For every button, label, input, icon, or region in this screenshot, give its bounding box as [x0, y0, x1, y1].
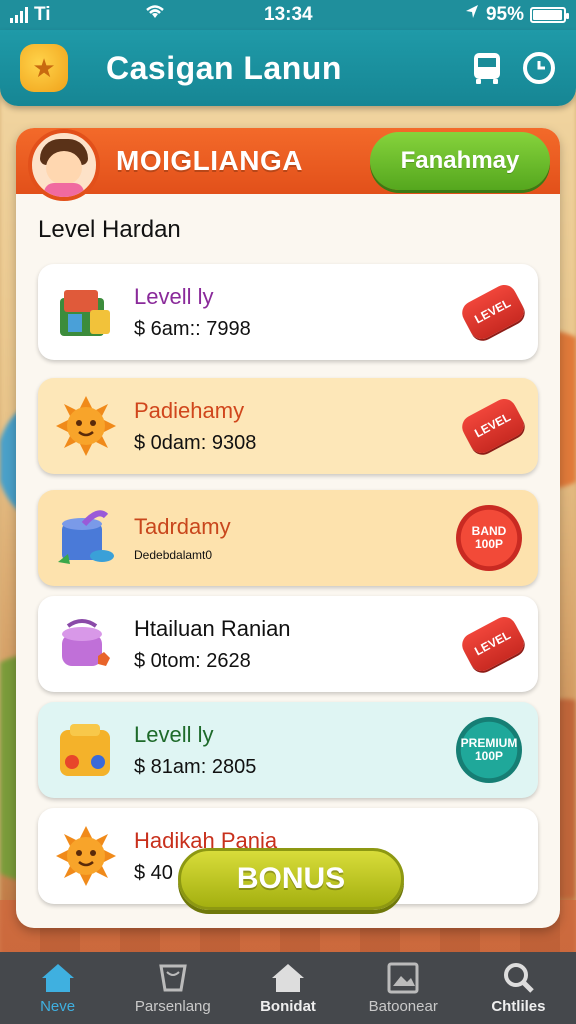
level-badge[interactable]: LEVEL — [458, 280, 528, 344]
level-card[interactable]: Htailuan Ranian $ 0tom: 2628 LEVEL — [38, 596, 538, 692]
paint-bucket-icon — [54, 506, 118, 570]
clock-time: 13:34 — [264, 4, 313, 25]
clock-icon[interactable] — [522, 51, 556, 85]
level-card[interactable]: Levell ly $ 81am: 2805 PREMIUM 100P — [38, 702, 538, 798]
level-card[interactable]: Padiehamy $ 0dam: 9308 LEVEL — [38, 378, 538, 474]
nav-label: Bonidat — [260, 997, 316, 1015]
card-name: Padiehamy — [134, 397, 245, 423]
card-name: Htailuan Ranian — [134, 615, 291, 641]
pot-icon — [54, 612, 118, 676]
banner-action-button[interactable]: Fanahmay — [370, 132, 550, 190]
card-score: $ 0dam: 9308 — [134, 431, 257, 454]
location-icon — [464, 4, 480, 26]
section-title: Level Hardan — [38, 216, 181, 243]
toy-box-icon — [54, 280, 118, 344]
battery-icon — [530, 7, 569, 23]
app-title: Casigan Lanun — [106, 49, 342, 86]
nav-item-cup[interactable]: Parsenlang — [115, 952, 230, 1024]
home-icon — [41, 963, 74, 992]
star-badge-icon[interactable]: ★ — [20, 44, 68, 92]
search-icon — [504, 962, 535, 993]
nav-item-home[interactable]: Neve — [0, 952, 115, 1024]
card-score: Dedebdalamt0 — [134, 548, 213, 562]
level-badge[interactable]: BAND 100P — [456, 505, 522, 571]
nav-label: Batoonear — [368, 997, 438, 1015]
puzzle-box-icon — [54, 718, 118, 782]
app-header: ★ Casigan Lanun — [0, 30, 576, 106]
nav-item-house[interactable]: Bonidat — [230, 952, 345, 1024]
nav-label: Parsenlang — [134, 997, 211, 1015]
card-name: Levell ly — [134, 721, 214, 747]
level-card[interactable]: Levell ly $ 6am:: 7998 LEVEL — [38, 264, 538, 360]
bus-icon[interactable] — [470, 51, 504, 85]
cup-icon — [159, 964, 187, 991]
wifi-icon — [144, 4, 166, 26]
level-badge[interactable]: LEVEL — [458, 612, 528, 676]
card-score: $ 0tom: 2628 — [134, 649, 251, 672]
nav-item-search[interactable]: Chtliles — [461, 952, 576, 1024]
sun-icon — [54, 394, 118, 458]
image-icon — [387, 962, 419, 993]
level-badge[interactable]: LEVEL — [458, 394, 528, 458]
nav-item-gallery[interactable]: Batoonear — [346, 952, 461, 1024]
nav-label: Chtliles — [491, 997, 546, 1015]
nav-label: Neve — [40, 997, 76, 1015]
card-score: $ 81am: 2805 — [134, 755, 257, 778]
card-name: Tadrdamy — [134, 514, 231, 539]
signal-icon — [10, 7, 28, 23]
level-badge[interactable]: PREMIUM 100P — [456, 717, 522, 783]
carrier-label: Ti — [34, 4, 51, 25]
avatar[interactable] — [28, 129, 100, 201]
sun-icon — [54, 824, 118, 888]
main-panel: MOIGLIANGA Fanahmay Level Hardan Levell … — [16, 128, 560, 928]
battery-percent: 95% — [485, 4, 524, 25]
banner-title: MOIGLIANGA — [116, 145, 303, 176]
bottom-nav: Neve Parsenlang Bonidat Batoonear Chtlil… — [0, 952, 576, 1024]
house-icon — [272, 963, 304, 992]
profile-banner: MOIGLIANGA Fanahmay — [16, 128, 560, 201]
card-score: $ 6am:: 7998 — [134, 317, 251, 340]
card-name: Levell ly — [134, 283, 214, 309]
bonus-button[interactable]: BONUS — [178, 848, 404, 910]
level-card[interactable]: Tadrdamy Dedebdalamt0 BAND 100P — [38, 490, 538, 586]
status-bar: Ti 13:34 95% — [0, 0, 576, 30]
